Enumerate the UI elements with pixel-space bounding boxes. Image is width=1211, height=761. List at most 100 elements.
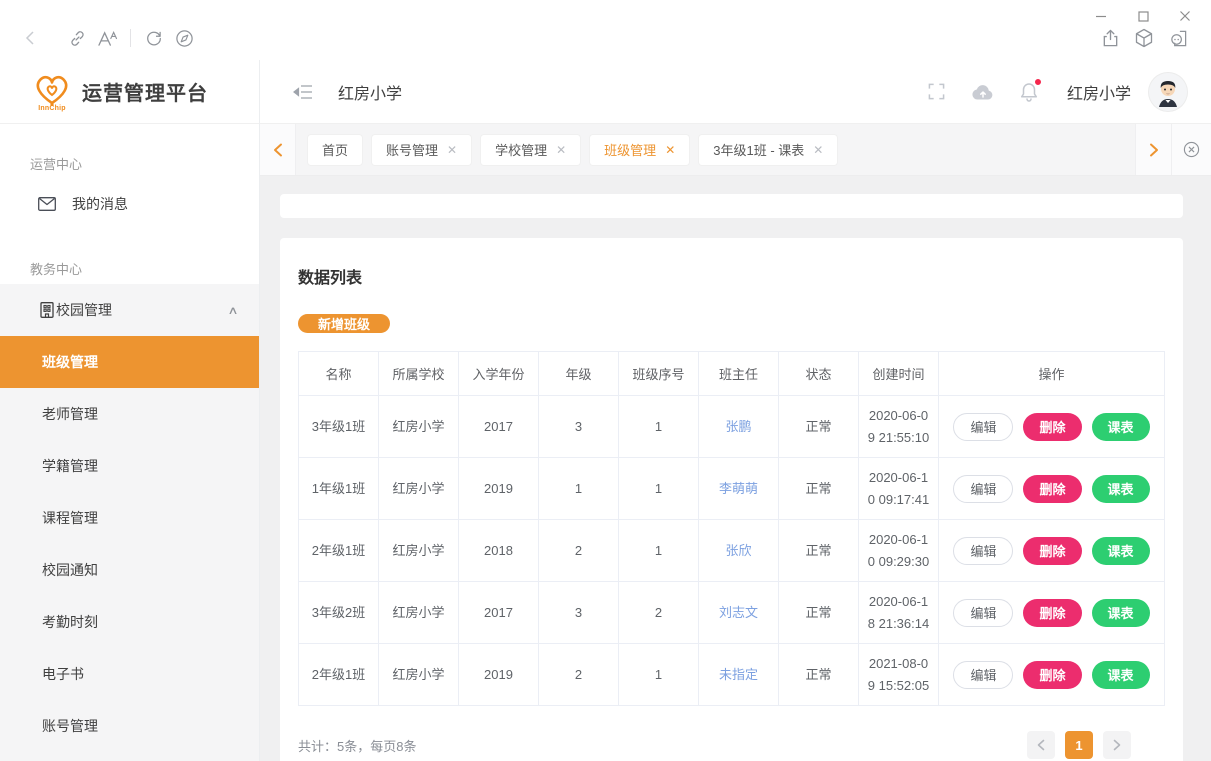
table-row: 1年级1班红房小学201911李萌萌正常2020-06-10 09:17:41编… [299, 458, 1165, 520]
tab-label: 学校管理 [495, 140, 547, 159]
cell-school: 红房小学 [379, 582, 459, 644]
pagination: 1 [1027, 731, 1131, 759]
cell-actions: 编辑删除课表 [939, 644, 1165, 706]
prev-page-icon[interactable] [1027, 731, 1055, 759]
edit-button[interactable]: 编辑 [953, 475, 1013, 503]
tab-close-icon[interactable]: ✕ [813, 143, 823, 157]
filter-card [280, 194, 1183, 218]
compass-icon[interactable] [169, 23, 199, 53]
page-button-1[interactable]: 1 [1065, 731, 1093, 759]
table-row: 2年级1班红房小学201921未指定正常2021-08-09 15:52:05编… [299, 644, 1165, 706]
delete-button[interactable]: 删除 [1023, 413, 1081, 441]
delete-button[interactable]: 删除 [1023, 475, 1081, 503]
sidebar-subitem-考勤时刻[interactable]: 考勤时刻 [0, 596, 259, 648]
tabs-scroll-right-icon[interactable] [1135, 124, 1171, 175]
edit-button[interactable]: 编辑 [953, 413, 1013, 441]
teacher-link[interactable]: 张鹏 [725, 419, 751, 434]
back-icon[interactable] [16, 23, 46, 53]
timetable-button[interactable]: 课表 [1092, 413, 1150, 441]
column-header-班级序号: 班级序号 [619, 352, 699, 396]
data-list-card: 数据列表 新增班级 名称所属学校入学年份年级班级序号班主任状态创建时间操作 3年… [280, 238, 1183, 761]
sidebar-subitem-班级管理[interactable]: 班级管理 [0, 336, 259, 388]
sidebar-subitem-课程管理[interactable]: 课程管理 [0, 492, 259, 544]
delete-button[interactable]: 删除 [1023, 599, 1081, 627]
logo: InnChip 运营管理平台 [0, 60, 259, 124]
edit-button[interactable]: 编辑 [953, 599, 1013, 627]
tab-close-icon[interactable]: ✕ [447, 143, 457, 157]
sidebar-item-campus-management[interactable]: 校园管理 ∧ [0, 284, 259, 336]
row-actions: 编辑删除课表 [939, 661, 1164, 689]
cell-status: 正常 [779, 520, 859, 582]
campus-management-group: 校园管理 ∧ 班级管理老师管理学籍管理课程管理校园通知考勤时刻电子书账号管理 [0, 284, 259, 761]
sidebar-subitem-账号管理[interactable]: 账号管理 [0, 700, 259, 752]
cell-school: 红房小学 [379, 396, 459, 458]
sidebar: InnChip 运营管理平台 运营中心 我的消息 教务中心 [0, 60, 260, 761]
column-header-入学年份: 入学年份 [459, 352, 539, 396]
fullscreen-icon[interactable] [925, 80, 949, 104]
timetable-button[interactable]: 课表 [1092, 599, 1150, 627]
close-all-tabs-icon[interactable] [1171, 124, 1211, 175]
font-size-icon[interactable] [92, 23, 122, 53]
teacher-link[interactable]: 刘志文 [719, 605, 758, 620]
sidebar-item-my-messages[interactable]: 我的消息 [0, 179, 259, 229]
cell-year: 2018 [459, 520, 539, 582]
edit-button[interactable]: 编辑 [953, 537, 1013, 565]
delete-button[interactable]: 删除 [1023, 537, 1081, 565]
cloud-upload-icon[interactable] [971, 80, 995, 104]
cell-grade: 3 [539, 396, 619, 458]
cell-teacher: 张鹏 [699, 396, 779, 458]
tab-学校管理[interactable]: 学校管理 ✕ [481, 135, 580, 165]
cube-icon[interactable] [1129, 23, 1159, 53]
browser-toolbar [0, 20, 1211, 56]
tab-label: 班级管理 [604, 140, 656, 159]
tab-close-icon[interactable]: ✕ [665, 143, 675, 157]
next-page-icon[interactable] [1103, 731, 1131, 759]
column-header-创建时间: 创建时间 [859, 352, 939, 396]
tab-账号管理[interactable]: 账号管理✕ [372, 135, 471, 165]
user-name[interactable]: 红房小学 [1067, 80, 1131, 104]
campus-submenu: 班级管理老师管理学籍管理课程管理校园通知考勤时刻电子书账号管理 [0, 336, 259, 752]
delete-button[interactable]: 删除 [1023, 661, 1081, 689]
teacher-link[interactable]: 未指定 [719, 667, 758, 682]
row-actions: 编辑删除课表 [939, 413, 1164, 441]
tab-首页[interactable]: 首页 [308, 135, 362, 165]
tab-班级管理[interactable]: 班级管理 ✕ [590, 135, 689, 165]
user-avatar[interactable] [1149, 73, 1187, 111]
timetable-button[interactable]: 课表 [1092, 661, 1150, 689]
sidebar-subitem-老师管理[interactable]: 老师管理 [0, 388, 259, 440]
collapse-sidebar-icon[interactable] [288, 77, 318, 107]
sidebar-subitem-学籍管理[interactable]: 学籍管理 [0, 440, 259, 492]
teacher-link[interactable]: 李萌萌 [719, 481, 758, 496]
cell-teacher: 未指定 [699, 644, 779, 706]
link-icon[interactable] [62, 23, 92, 53]
sidebar-subitem-电子书[interactable]: 电子书 [0, 648, 259, 700]
notification-bell-icon[interactable] [1017, 80, 1041, 104]
contact-window-icon[interactable] [1163, 23, 1193, 53]
tab-label: 首页 [322, 140, 348, 159]
cell-status: 正常 [779, 582, 859, 644]
logo-brand-text: InnChip [38, 105, 65, 112]
sidebar-item-label: 校园管理 [56, 300, 229, 320]
sidebar-subitem-校园通知[interactable]: 校园通知 [0, 544, 259, 596]
tabs-scroll-left-icon[interactable] [260, 124, 296, 175]
cell-year: 2017 [459, 396, 539, 458]
column-header-班主任: 班主任 [699, 352, 779, 396]
card-title: 数据列表 [298, 264, 1165, 288]
cell-status: 正常 [779, 458, 859, 520]
teacher-link[interactable]: 张欣 [725, 543, 751, 558]
cell-name: 2年级1班 [299, 644, 379, 706]
share-icon[interactable] [1095, 23, 1125, 53]
cell-created-time: 2020-06-09 21:55:10 [859, 396, 939, 458]
chevron-up-icon: ∧ [227, 304, 238, 317]
tab-close-icon[interactable]: ✕ [556, 143, 566, 157]
column-header-名称: 名称 [299, 352, 379, 396]
refresh-icon[interactable] [139, 23, 169, 53]
cell-name: 2年级1班 [299, 520, 379, 582]
edit-button[interactable]: 编辑 [953, 661, 1013, 689]
timetable-button[interactable]: 课表 [1092, 475, 1150, 503]
add-class-button[interactable]: 新增班级 [298, 314, 390, 333]
timetable-button[interactable]: 课表 [1092, 537, 1150, 565]
content-area: 数据列表 新增班级 名称所属学校入学年份年级班级序号班主任状态创建时间操作 3年… [260, 176, 1211, 761]
tab-3年级1班 - 课表[interactable]: 3年级1班 - 课表✕ [699, 135, 837, 165]
cell-year: 2019 [459, 644, 539, 706]
